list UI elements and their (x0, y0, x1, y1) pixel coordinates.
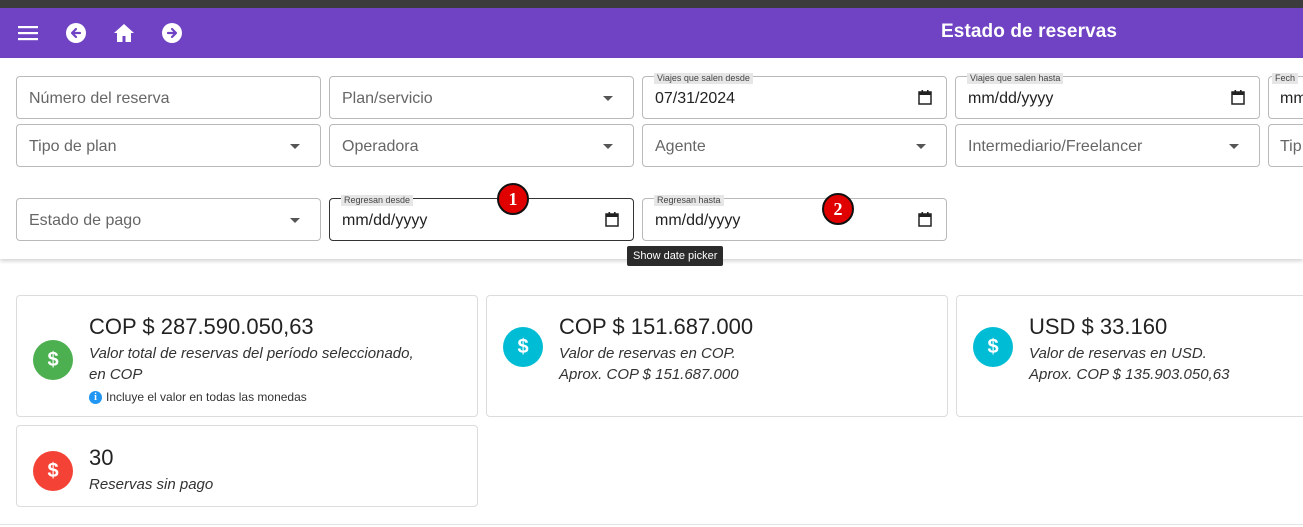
unpaid-description: Reservas sin pago (89, 476, 214, 493)
usd-desc-line1: Valor de reservas en USD. (1029, 345, 1207, 362)
dropdown-caret-icon (916, 144, 926, 149)
intermediary-select[interactable]: Intermediario/Freelancer (955, 124, 1260, 167)
dropdown-caret-icon (603, 144, 613, 149)
trips-from-date-input[interactable]: Viajes que salen desde 07/31/2024 (642, 73, 947, 119)
reservation-number-input[interactable]: Número del reserva (16, 76, 321, 119)
usd-desc-line2: Aprox. COP $ 135.903.050,63 (1029, 366, 1230, 383)
return-from-date-input[interactable]: Regresan desde mm/dd/yyyy (329, 195, 634, 241)
dollar-icon: $ (503, 327, 543, 367)
cop-desc-line2: Aprox. COP $ 151.687.000 (559, 366, 739, 383)
page-title: Estado de reservas (941, 21, 1118, 42)
dropdown-caret-icon (1229, 144, 1239, 149)
date-filter-partial-label: Fech (1272, 73, 1299, 84)
cop-value-card: $ COP $ 151.687.000 Valor de reservas en… (486, 295, 948, 417)
cop-desc-line1: Valor de reservas en COP. (559, 345, 736, 362)
dropdown-caret-icon (290, 144, 300, 149)
agent-select[interactable]: Agente (642, 124, 947, 167)
annotation-marker-2: 2 (822, 193, 854, 225)
trips-from-label: Viajes que salen desde (654, 73, 753, 84)
dollar-icon: $ (33, 340, 73, 380)
calendar-icon[interactable] (1231, 90, 1245, 105)
payment-status-placeholder: Estado de pago (29, 212, 142, 229)
return-from-value: mm/dd/yyyy (342, 212, 428, 229)
unpaid-reservations-card: $ 30 Reservas sin pago (16, 425, 478, 507)
usd-value-card: $ USD $ 33.160 Valor de reservas en USD.… (956, 295, 1303, 417)
total-desc-line2: en COP (89, 366, 143, 383)
date-filter-partial-value: mm (1280, 90, 1303, 107)
browser-top-strip (0, 0, 1303, 8)
return-to-label: Regresan hasta (654, 195, 724, 206)
cop-description: Valor de reservas en COP. Aprox. COP $ 1… (559, 343, 939, 385)
trips-to-label: Viajes que salen hasta (967, 73, 1064, 84)
plan-service-select[interactable]: Plan/servicio (329, 76, 634, 119)
total-amount: COP $ 287.590.050,63 (89, 314, 314, 339)
reservation-number-placeholder: Número del reserva (29, 90, 170, 107)
operator-select[interactable]: Operadora (329, 124, 634, 167)
payment-status-select[interactable]: Estado de pago (16, 198, 321, 241)
dollar-icon: $ (33, 451, 73, 491)
home-icon[interactable] (110, 19, 138, 47)
back-arrow-icon[interactable] (62, 19, 90, 47)
trips-to-date-input[interactable]: Viajes que salen hasta mm/dd/yyyy (955, 73, 1260, 119)
dropdown-caret-icon (290, 218, 300, 223)
calendar-icon[interactable] (918, 90, 932, 105)
usd-amount: USD $ 33.160 (1029, 314, 1168, 339)
unpaid-count: 30 (89, 445, 114, 470)
annotation-marker-1: 1 (497, 183, 529, 215)
plan-type-placeholder: Tipo de plan (29, 138, 117, 155)
dollar-icon: $ (973, 327, 1013, 367)
return-to-value: mm/dd/yyyy (655, 212, 741, 229)
return-to-date-input[interactable]: Regresan hasta mm/dd/yyyy (642, 195, 947, 241)
forward-arrow-icon[interactable] (158, 19, 186, 47)
total-value-card: $ COP $ 287.590.050,63 Valor total de re… (16, 295, 478, 417)
total-desc-line1: Valor total de reservas del período sele… (89, 345, 414, 362)
calendar-icon[interactable] (605, 212, 619, 227)
date-filter-partial[interactable]: Fech mm (1268, 73, 1303, 119)
operator-placeholder: Operadora (342, 138, 419, 155)
cop-amount: COP $ 151.687.000 (559, 314, 754, 339)
intermediary-placeholder: Intermediario/Freelancer (968, 138, 1143, 155)
type-partial-placeholder: Tip (1280, 138, 1302, 155)
info-icon: i (89, 390, 102, 404)
total-note: i Incluye el valor en todas las monedas (89, 390, 307, 404)
date-picker-tooltip: Show date picker (627, 246, 724, 266)
total-note-text: Incluye el valor en todas las monedas (106, 390, 307, 404)
trips-from-value: 07/31/2024 (655, 90, 736, 107)
divider (0, 524, 1303, 525)
type-select-partial[interactable]: Tip (1268, 124, 1303, 167)
filters-panel: Número del reserva Plan/servicio Viajes … (0, 58, 1303, 259)
usd-description: Valor de reservas en USD. Aprox. COP $ 1… (1029, 343, 1303, 385)
dropdown-caret-icon (603, 96, 613, 101)
return-from-label: Regresan desde (341, 195, 414, 206)
agent-placeholder: Agente (655, 138, 706, 155)
trips-to-value: mm/dd/yyyy (968, 90, 1054, 107)
plan-type-select[interactable]: Tipo de plan (16, 124, 321, 167)
app-bar: Estado de reservas (0, 8, 1303, 58)
plan-service-placeholder: Plan/servicio (342, 90, 433, 107)
menu-icon[interactable] (14, 19, 42, 47)
total-description: Valor total de reservas del período sele… (89, 343, 469, 385)
calendar-icon[interactable] (918, 212, 932, 227)
